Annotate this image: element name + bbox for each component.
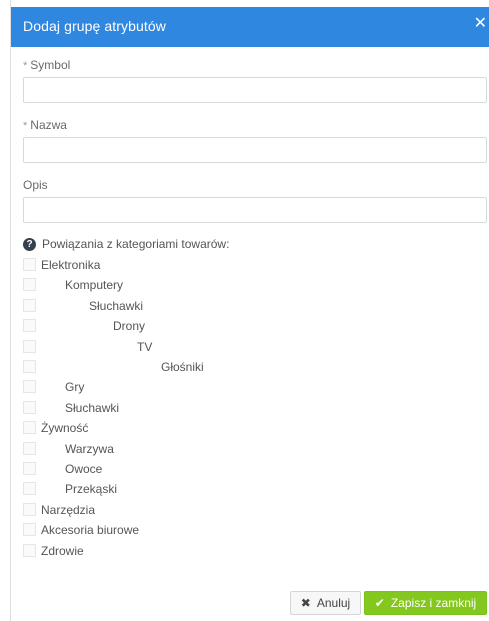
category-checkbox[interactable] bbox=[23, 319, 36, 333]
category-row[interactable]: Elektronika bbox=[23, 255, 483, 275]
category-checkbox[interactable] bbox=[23, 502, 36, 516]
category-checkbox[interactable] bbox=[23, 298, 36, 312]
associations-heading: ? Powiązania z kategoriami towarów: bbox=[23, 237, 229, 251]
dialog-title: Dodaj grupę atrybutów bbox=[23, 18, 166, 34]
help-icon[interactable]: ? bbox=[23, 237, 36, 251]
checkmark-icon: ✔ bbox=[374, 596, 385, 610]
dialog-header: Dodaj grupę atrybutów ✕ bbox=[11, 7, 489, 47]
category-label: Przekąski bbox=[65, 482, 118, 497]
category-checkbox[interactable] bbox=[23, 400, 36, 414]
category-label: Żywność bbox=[41, 421, 89, 436]
required-marker: * bbox=[23, 120, 28, 132]
category-label: Słuchawki bbox=[65, 400, 120, 415]
category-checkbox[interactable] bbox=[23, 339, 36, 353]
associations-heading-text: Powiązania z kategoriami towarów: bbox=[42, 237, 230, 251]
symbol-input[interactable] bbox=[23, 77, 487, 103]
name-input[interactable] bbox=[23, 137, 487, 163]
category-label: Akcesoria biurowe bbox=[41, 523, 140, 538]
category-label: Owoce bbox=[65, 462, 103, 476]
category-label: Komputery bbox=[65, 278, 124, 293]
category-label: Warzywa bbox=[65, 441, 114, 456]
category-row[interactable]: Zdrowie bbox=[23, 541, 483, 561]
description-input[interactable] bbox=[23, 197, 487, 223]
category-checkbox[interactable] bbox=[23, 421, 36, 435]
name-label: * Nazwa bbox=[23, 118, 67, 132]
required-marker: * bbox=[23, 60, 28, 72]
category-row[interactable]: Narzędzia bbox=[23, 500, 483, 520]
category-checkbox[interactable] bbox=[23, 380, 36, 394]
add-attribute-group-dialog: Dodaj grupę atrybutów ✕ * Symbol * Nazwa O… bbox=[10, 0, 489, 621]
category-row[interactable]: TV bbox=[23, 337, 483, 357]
category-label: Zdrowie bbox=[41, 543, 84, 558]
category-checkbox[interactable] bbox=[23, 482, 36, 496]
category-row[interactable]: Warzywa bbox=[23, 439, 483, 459]
category-row[interactable]: Słuchawki bbox=[23, 398, 483, 418]
category-row[interactable]: Przekąski bbox=[23, 479, 483, 499]
symbol-label: * Symbol bbox=[23, 58, 71, 72]
category-row[interactable]: Owoce bbox=[23, 459, 483, 479]
category-checkbox[interactable] bbox=[23, 360, 36, 373]
category-checkbox[interactable] bbox=[23, 543, 36, 557]
category-label: TV bbox=[137, 339, 153, 354]
category-label: Drony bbox=[113, 319, 146, 334]
category-row[interactable]: Drony bbox=[23, 316, 483, 336]
close-icon[interactable]: ✕ bbox=[474, 16, 487, 32]
category-checkbox[interactable] bbox=[23, 278, 36, 292]
category-row[interactable]: Słuchawki bbox=[23, 296, 483, 316]
category-label: Głośniki bbox=[161, 360, 204, 374]
cancel-button-label: Anuluj bbox=[316, 596, 351, 610]
category-label: Narzędzia bbox=[41, 502, 96, 517]
save-button-label: Zapisz i zamknij bbox=[390, 596, 477, 610]
category-label: Gry bbox=[65, 380, 85, 395]
save-and-close-button[interactable]: ✔ Zapisz i zamknij bbox=[364, 591, 487, 615]
category-label: Elektronika bbox=[41, 258, 101, 272]
category-label: Słuchawki bbox=[89, 298, 144, 313]
category-row[interactable]: Komputery bbox=[23, 275, 483, 295]
close-icon: ✖ bbox=[300, 596, 311, 610]
cancel-button[interactable]: ✖ Anuluj bbox=[290, 591, 361, 615]
category-row[interactable]: Głośniki bbox=[23, 357, 483, 377]
category-checkbox[interactable] bbox=[23, 523, 36, 537]
category-checkbox[interactable] bbox=[23, 462, 36, 475]
category-row[interactable]: Żywność bbox=[23, 418, 483, 438]
category-checkbox[interactable] bbox=[23, 258, 36, 271]
category-row[interactable]: Akcesoria biurowe bbox=[23, 520, 483, 540]
category-checkbox[interactable] bbox=[23, 441, 36, 455]
category-row[interactable]: Gry bbox=[23, 377, 483, 397]
description-label: Opis bbox=[23, 178, 48, 192]
